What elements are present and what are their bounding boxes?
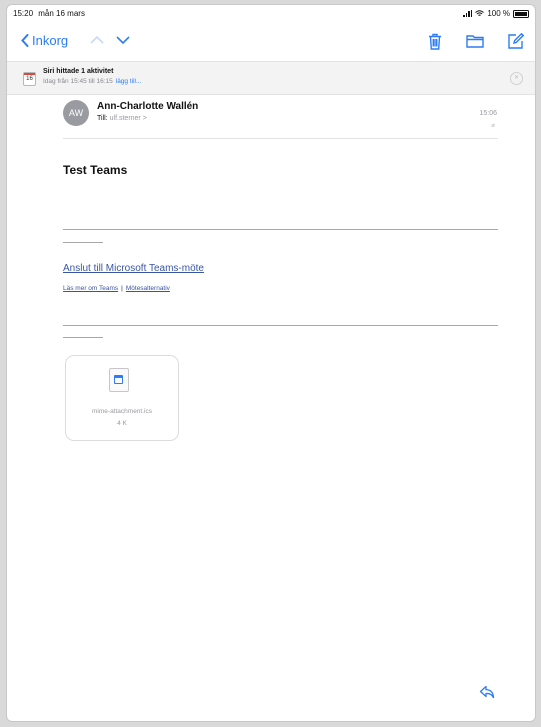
siri-time-range: Idag från 15:45 till 16:15 [43, 78, 113, 85]
message-header: AW Ann-Charlotte Wallén Till: ulf.sterner… [63, 100, 503, 136]
compose-icon [507, 32, 524, 49]
recipient-address: ulf.sterner > [109, 115, 147, 122]
toolbar-actions [425, 31, 525, 51]
join-teams-meeting-link[interactable]: Anslut till Microsoft Teams-möte [63, 263, 204, 274]
message-subject: Test Teams [63, 163, 128, 177]
move-to-folder-button[interactable] [465, 31, 485, 51]
ipad-screen: 15:20 mån 16 mars 100 % Inkorg 16 Siri h… [6, 4, 536, 722]
teams-separator-short-bottom [63, 337, 103, 338]
status-indicators: 100 % [463, 9, 529, 18]
battery-icon [513, 9, 529, 18]
sender-name[interactable]: Ann-Charlotte Wallén [97, 101, 198, 112]
compose-button[interactable] [505, 31, 525, 51]
teams-separator-bottom [63, 325, 498, 326]
message-navigation [89, 35, 131, 45]
attachment-card[interactable]: mime-attachment.ics 4 K [65, 355, 179, 441]
message-time: 15:06 [479, 110, 497, 117]
back-to-inbox-button[interactable]: Inkorg [21, 33, 68, 48]
recipient-line[interactable]: Till: ulf.sterner > [97, 115, 147, 122]
reply-button[interactable] [479, 685, 495, 704]
trash-icon [429, 33, 441, 50]
calendar-file-icon [109, 368, 129, 392]
reply-arrow-icon [479, 685, 495, 699]
to-label: Till: [97, 115, 108, 122]
dismiss-suggestion-button[interactable]: ✕ [510, 72, 523, 85]
back-label: Inkorg [32, 33, 69, 48]
teams-separator-top [63, 229, 498, 230]
previous-message-chevron-up-icon[interactable] [89, 35, 105, 45]
meeting-options-link[interactable]: Mötesalternativ [126, 285, 170, 292]
attachment-size: 4 K [117, 420, 127, 427]
header-divider [63, 138, 498, 139]
chevron-left-icon [21, 34, 29, 47]
link-separator: | [121, 285, 123, 292]
mail-toolbar: Inkorg [7, 25, 535, 57]
status-clock: 15:20 [13, 9, 34, 18]
siri-suggestion-banner: 16 Siri hittade 1 aktivitet Idag från 15… [7, 61, 535, 95]
wifi-icon [475, 10, 485, 16]
teams-separator-short [63, 242, 103, 243]
siri-subtitle: Idag från 15:45 till 16:15 lägg till... [43, 78, 141, 85]
battery-percent: 100 % [487, 9, 510, 18]
trash-button[interactable] [425, 31, 445, 51]
signal-icon [463, 10, 473, 17]
avatar[interactable]: AW [63, 100, 89, 126]
status-time: 15:20 mån 16 mars [13, 9, 85, 18]
attachment-filename: mime-attachment.ics [92, 408, 152, 415]
status-bar: 15:20 mån 16 mars 100 % [7, 5, 535, 23]
teams-footer-links: Läs mer om Teams | Mötesalternativ [63, 285, 170, 292]
add-to-calendar-link[interactable]: lägg till... [116, 78, 142, 85]
folder-icon [466, 35, 484, 48]
status-date: mån 16 mars [38, 9, 85, 18]
siri-title: Siri hittade 1 aktivitet [43, 68, 114, 75]
attachment-indicator-icon: ⌀ [491, 123, 495, 129]
calendar-icon: 16 [23, 72, 36, 86]
calendar-day: 16 [26, 76, 33, 82]
next-message-chevron-down-icon[interactable] [115, 35, 131, 45]
learn-more-teams-link[interactable]: Läs mer om Teams [63, 285, 118, 292]
